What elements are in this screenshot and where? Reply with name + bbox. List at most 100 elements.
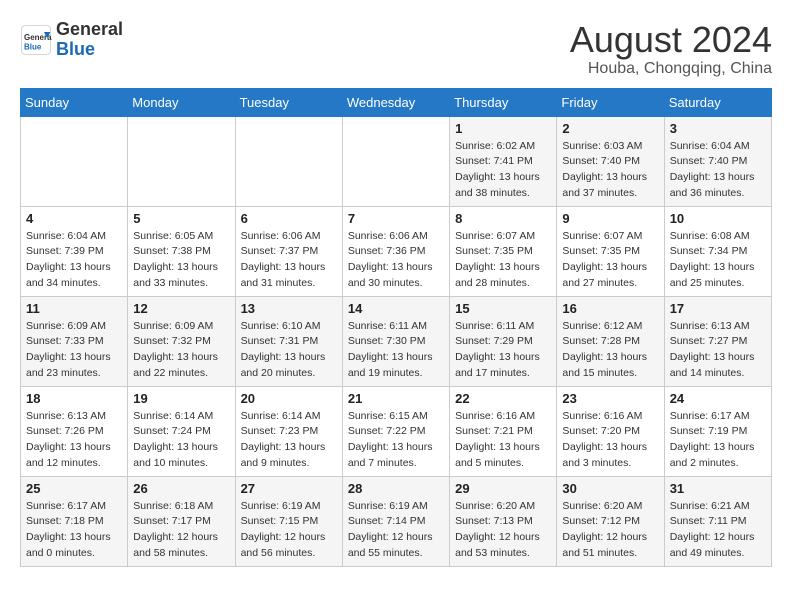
day-info: Sunrise: 6:04 AM Sunset: 7:39 PM Dayligh… <box>26 229 122 292</box>
day-number: 31 <box>670 481 766 496</box>
calendar-body: 1 Sunrise: 6:02 AM Sunset: 7:41 PM Daylig… <box>21 116 772 566</box>
day-info: Sunrise: 6:05 AM Sunset: 7:38 PM Dayligh… <box>133 229 229 292</box>
calendar-cell <box>342 116 449 206</box>
calendar-cell: 26 Sunrise: 6:18 AM Sunset: 7:17 PM Dayli… <box>128 476 235 566</box>
calendar-cell: 23 Sunrise: 6:16 AM Sunset: 7:20 PM Dayli… <box>557 386 664 476</box>
calendar-header: SundayMondayTuesdayWednesdayThursdayFrid… <box>21 88 772 116</box>
day-info: Sunrise: 6:13 AM Sunset: 7:26 PM Dayligh… <box>26 409 122 472</box>
calendar-cell: 27Sunrise: 6:19 AM Sunset: 7:15 PM Dayli… <box>235 476 342 566</box>
day-number: 9 <box>562 211 658 226</box>
calendar-cell: 11Sunrise: 6:09 AM Sunset: 7:33 PM Dayli… <box>21 296 128 386</box>
day-number: 19 <box>133 391 229 406</box>
calendar-cell: 12Sunrise: 6:09 AM Sunset: 7:32 PM Dayli… <box>128 296 235 386</box>
day-number: 24 <box>670 391 766 406</box>
calendar-cell: 18 Sunrise: 6:13 AM Sunset: 7:26 PM Dayli… <box>21 386 128 476</box>
day-number: 20 <box>241 391 337 406</box>
day-info: Sunrise: 6:19 AM Sunset: 7:15 PM Dayligh… <box>241 499 337 562</box>
day-info: Sunrise: 6:10 AM Sunset: 7:31 PM Dayligh… <box>241 319 337 382</box>
title-block: August 2024 Houba, Chongqing, China <box>570 20 772 78</box>
calendar-cell: 29 Sunrise: 6:20 AM Sunset: 7:13 PM Dayli… <box>450 476 557 566</box>
day-number: 12 <box>133 301 229 316</box>
day-number: 15 <box>455 301 551 316</box>
logo-icon: General Blue <box>20 24 52 56</box>
day-info: Sunrise: 6:12 AM Sunset: 7:28 PM Dayligh… <box>562 319 658 382</box>
location-subtitle: Houba, Chongqing, China <box>570 60 772 78</box>
weekday-header-saturday: Saturday <box>664 88 771 116</box>
day-number: 22 <box>455 391 551 406</box>
day-info: Sunrise: 6:06 AM Sunset: 7:37 PM Dayligh… <box>241 229 337 292</box>
weekday-header-friday: Friday <box>557 88 664 116</box>
day-number: 28 <box>348 481 444 496</box>
day-info: Sunrise: 6:13 AM Sunset: 7:27 PM Dayligh… <box>670 319 766 382</box>
day-info: Sunrise: 6:16 AM Sunset: 7:20 PM Dayligh… <box>562 409 658 472</box>
calendar-cell: 15 Sunrise: 6:11 AM Sunset: 7:29 PM Dayli… <box>450 296 557 386</box>
day-number: 13 <box>241 301 337 316</box>
day-number: 3 <box>670 121 766 136</box>
day-info: Sunrise: 6:11 AM Sunset: 7:29 PM Dayligh… <box>455 319 551 382</box>
day-number: 21 <box>348 391 444 406</box>
calendar-cell: 2 Sunrise: 6:03 AM Sunset: 7:40 PM Daylig… <box>557 116 664 206</box>
day-info: Sunrise: 6:14 AM Sunset: 7:24 PM Dayligh… <box>133 409 229 472</box>
day-info: Sunrise: 6:18 AM Sunset: 7:17 PM Dayligh… <box>133 499 229 562</box>
day-number: 16 <box>562 301 658 316</box>
calendar-cell: 25Sunrise: 6:17 AM Sunset: 7:18 PM Dayli… <box>21 476 128 566</box>
calendar-cell: 24 Sunrise: 6:17 AM Sunset: 7:19 PM Dayli… <box>664 386 771 476</box>
calendar-cell: 4 Sunrise: 6:04 AM Sunset: 7:39 PM Daylig… <box>21 206 128 296</box>
calendar-cell <box>128 116 235 206</box>
day-info: Sunrise: 6:20 AM Sunset: 7:13 PM Dayligh… <box>455 499 551 562</box>
weekday-header-wednesday: Wednesday <box>342 88 449 116</box>
calendar-cell: 17Sunrise: 6:13 AM Sunset: 7:27 PM Dayli… <box>664 296 771 386</box>
logo-text: General Blue <box>56 20 123 60</box>
day-number: 2 <box>562 121 658 136</box>
calendar-cell: 13 Sunrise: 6:10 AM Sunset: 7:31 PM Dayli… <box>235 296 342 386</box>
month-year-title: August 2024 <box>570 20 772 60</box>
day-info: Sunrise: 6:15 AM Sunset: 7:22 PM Dayligh… <box>348 409 444 472</box>
calendar-cell: 9 Sunrise: 6:07 AM Sunset: 7:35 PM Daylig… <box>557 206 664 296</box>
day-info: Sunrise: 6:06 AM Sunset: 7:36 PM Dayligh… <box>348 229 444 292</box>
calendar-cell: 16 Sunrise: 6:12 AM Sunset: 7:28 PM Dayli… <box>557 296 664 386</box>
day-info: Sunrise: 6:08 AM Sunset: 7:34 PM Dayligh… <box>670 229 766 292</box>
day-number: 10 <box>670 211 766 226</box>
calendar-cell: 1 Sunrise: 6:02 AM Sunset: 7:41 PM Daylig… <box>450 116 557 206</box>
day-info: Sunrise: 6:02 AM Sunset: 7:41 PM Dayligh… <box>455 139 551 202</box>
day-number: 5 <box>133 211 229 226</box>
day-number: 30 <box>562 481 658 496</box>
calendar-cell: 7 Sunrise: 6:06 AM Sunset: 7:36 PM Daylig… <box>342 206 449 296</box>
calendar-week-row: 11Sunrise: 6:09 AM Sunset: 7:33 PM Dayli… <box>21 296 772 386</box>
svg-text:Blue: Blue <box>24 42 42 51</box>
day-number: 7 <box>348 211 444 226</box>
weekday-header-tuesday: Tuesday <box>235 88 342 116</box>
weekday-header-sunday: Sunday <box>21 88 128 116</box>
day-info: Sunrise: 6:19 AM Sunset: 7:14 PM Dayligh… <box>348 499 444 562</box>
calendar-cell: 19 Sunrise: 6:14 AM Sunset: 7:24 PM Dayli… <box>128 386 235 476</box>
calendar-cell <box>235 116 342 206</box>
day-number: 14 <box>348 301 444 316</box>
logo: General Blue General Blue <box>20 20 123 60</box>
day-number: 4 <box>26 211 122 226</box>
calendar-cell: 14Sunrise: 6:11 AM Sunset: 7:30 PM Dayli… <box>342 296 449 386</box>
calendar-cell: 22Sunrise: 6:16 AM Sunset: 7:21 PM Dayli… <box>450 386 557 476</box>
day-info: Sunrise: 6:07 AM Sunset: 7:35 PM Dayligh… <box>562 229 658 292</box>
day-number: 6 <box>241 211 337 226</box>
page-container: General Blue General Blue August 2024 Ho… <box>20 20 772 567</box>
day-number: 26 <box>133 481 229 496</box>
page-header: General Blue General Blue August 2024 Ho… <box>20 20 772 78</box>
calendar-week-row: 1 Sunrise: 6:02 AM Sunset: 7:41 PM Daylig… <box>21 116 772 206</box>
day-info: Sunrise: 6:17 AM Sunset: 7:18 PM Dayligh… <box>26 499 122 562</box>
calendar-cell: 3Sunrise: 6:04 AM Sunset: 7:40 PM Daylig… <box>664 116 771 206</box>
day-number: 29 <box>455 481 551 496</box>
calendar-cell: 5 Sunrise: 6:05 AM Sunset: 7:38 PM Daylig… <box>128 206 235 296</box>
day-number: 11 <box>26 301 122 316</box>
weekday-header-thursday: Thursday <box>450 88 557 116</box>
calendar-cell: 21 Sunrise: 6:15 AM Sunset: 7:22 PM Dayli… <box>342 386 449 476</box>
day-number: 1 <box>455 121 551 136</box>
day-number: 18 <box>26 391 122 406</box>
calendar-week-row: 4 Sunrise: 6:04 AM Sunset: 7:39 PM Daylig… <box>21 206 772 296</box>
day-number: 23 <box>562 391 658 406</box>
calendar-cell: 30Sunrise: 6:20 AM Sunset: 7:12 PM Dayli… <box>557 476 664 566</box>
day-info: Sunrise: 6:03 AM Sunset: 7:40 PM Dayligh… <box>562 139 658 202</box>
day-info: Sunrise: 6:17 AM Sunset: 7:19 PM Dayligh… <box>670 409 766 472</box>
calendar-cell: 6 Sunrise: 6:06 AM Sunset: 7:37 PM Daylig… <box>235 206 342 296</box>
calendar-cell: 28 Sunrise: 6:19 AM Sunset: 7:14 PM Dayli… <box>342 476 449 566</box>
calendar-cell: 31Sunrise: 6:21 AM Sunset: 7:11 PM Dayli… <box>664 476 771 566</box>
